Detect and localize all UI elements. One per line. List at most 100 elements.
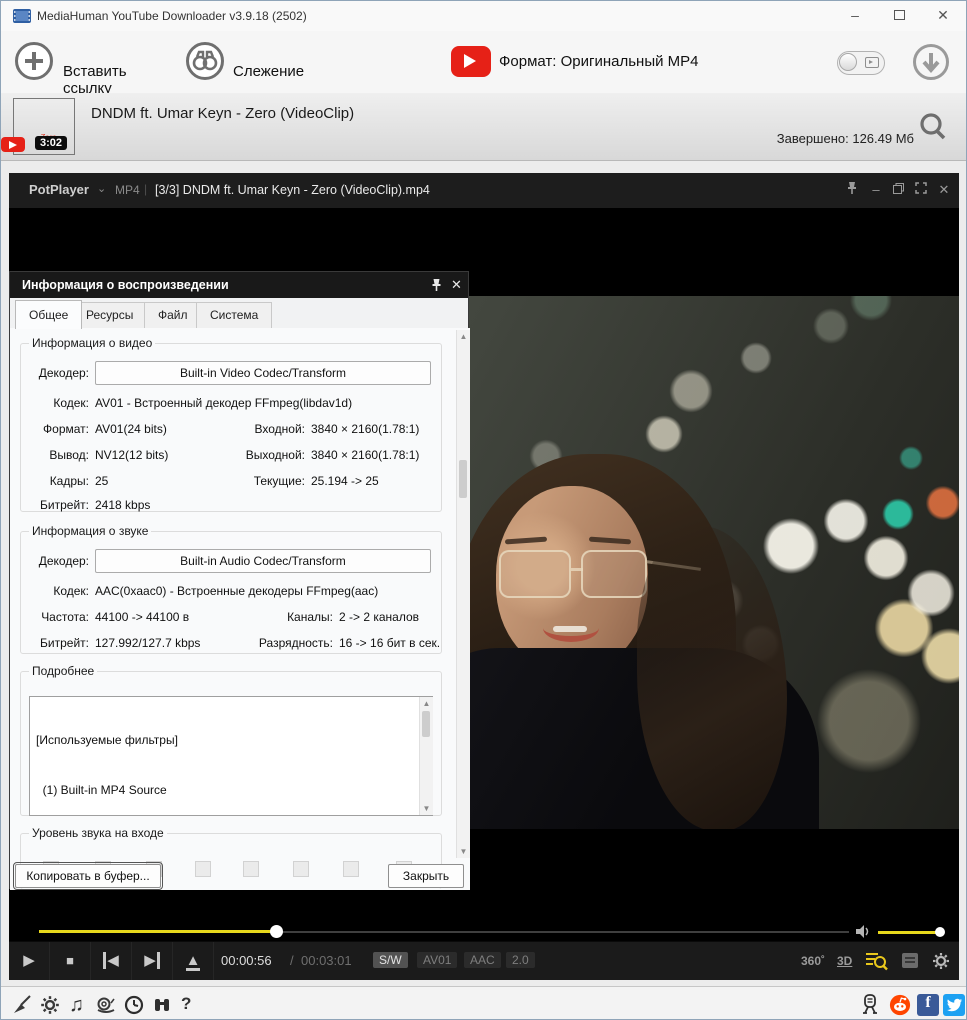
duration-badge: 3:02 bbox=[35, 136, 67, 150]
listbox-scrollbar[interactable]: ▲ ▼ bbox=[419, 697, 433, 815]
facebook-letter: f bbox=[925, 994, 930, 1011]
dialog-close-button[interactable]: Закрыть bbox=[388, 864, 464, 888]
audio-info-group: Информация о звуке Декодер: Built-in Aud… bbox=[20, 524, 442, 654]
maximize-button[interactable] bbox=[877, 1, 921, 30]
previous-button[interactable]: ◀ bbox=[91, 942, 132, 980]
video-codec-label: Кодек: bbox=[21, 396, 89, 410]
play-button[interactable]: ▶ bbox=[9, 942, 50, 980]
reddit-icon[interactable] bbox=[889, 994, 911, 1016]
pp-maximize-button[interactable] bbox=[888, 181, 908, 199]
potplayer-menu[interactable]: PotPlayer bbox=[29, 182, 89, 197]
audio-codec-badge: AAC bbox=[464, 952, 501, 968]
scroll-up-icon[interactable]: ▲ bbox=[420, 699, 433, 708]
audio-row-label: Частота: bbox=[21, 610, 89, 624]
playback-info-button[interactable] bbox=[865, 951, 889, 971]
eject-button[interactable]: ▲ bbox=[173, 942, 214, 980]
video-subject-glasses-lens bbox=[499, 550, 571, 598]
toggle-knob[interactable] bbox=[839, 53, 857, 71]
plus-icon bbox=[15, 42, 53, 80]
title-separator: | bbox=[144, 182, 147, 196]
scroll-up-icon[interactable]: ▲ bbox=[457, 332, 470, 341]
mediahuman-mascot-icon[interactable] bbox=[859, 994, 881, 1016]
stop-button[interactable]: ■ bbox=[50, 942, 91, 980]
schedule-clock-icon[interactable] bbox=[123, 994, 145, 1016]
audio-row-label: Каналы: bbox=[221, 610, 333, 624]
tab-file[interactable]: Файл bbox=[144, 302, 202, 328]
video-codec-badge: AV01 bbox=[417, 952, 457, 968]
channels-badge: 2.0 bbox=[506, 952, 535, 968]
volume-thumb[interactable] bbox=[935, 927, 945, 937]
dialog-titlebar[interactable]: Информация о воспроизведении ✕ bbox=[10, 272, 468, 298]
mode-toggle[interactable] bbox=[837, 51, 885, 75]
seek-thumb[interactable] bbox=[270, 925, 283, 938]
listbox-line: [Используемые фильтры] bbox=[36, 732, 432, 749]
video-decoder-label: Декодер: bbox=[21, 366, 89, 380]
download-button[interactable] bbox=[913, 44, 949, 80]
potplayer-titlebar[interactable]: PotPlayer ⌄ MP4 | [3/3] DNDM ft. Umar Ke… bbox=[9, 173, 959, 208]
tab-system[interactable]: Система bbox=[196, 302, 272, 328]
settings-gear-icon[interactable] bbox=[39, 994, 61, 1016]
scrollbar-thumb[interactable] bbox=[422, 711, 430, 737]
pp-minimize-button[interactable]: – bbox=[866, 181, 886, 199]
scroll-down-icon[interactable]: ▼ bbox=[420, 804, 433, 813]
tracking-binoculars-icon[interactable] bbox=[151, 994, 173, 1016]
item-status: Завершено: 126.49 Мб bbox=[777, 131, 914, 146]
fullscreen-button[interactable] bbox=[911, 181, 931, 199]
next-icon: ▶ bbox=[144, 952, 160, 969]
audio-group-legend: Информация о звуке bbox=[29, 524, 151, 538]
view-360-button[interactable]: 360˚ bbox=[801, 954, 825, 968]
render-mode-badge: S/W bbox=[373, 952, 408, 968]
app-icon bbox=[13, 9, 31, 23]
audio-codec-value: AAC(0xaac0) - Встроенные декодеры FFmpeg… bbox=[95, 584, 378, 598]
audio-row-value: 127.992/127.7 kbps bbox=[95, 636, 200, 650]
titlebar: MediaHuman YouTube Downloader v3.9.18 (2… bbox=[1, 1, 966, 32]
scroll-down-icon[interactable]: ▼ bbox=[457, 847, 470, 856]
pp-close-button[interactable]: ✕ bbox=[934, 181, 954, 199]
video-group-legend: Информация о видео bbox=[29, 336, 155, 350]
watch-label: Слежение bbox=[233, 63, 304, 80]
close-button[interactable]: ✕ bbox=[921, 1, 965, 30]
scrollbar-thumb[interactable] bbox=[459, 460, 467, 498]
pin-button[interactable] bbox=[842, 181, 862, 199]
tab-general[interactable]: Общее bbox=[15, 300, 82, 329]
video-decoder-button[interactable]: Built-in Video Codec/Transform bbox=[95, 361, 431, 385]
magnifier-icon[interactable] bbox=[917, 111, 949, 143]
snail-icon[interactable] bbox=[95, 994, 117, 1016]
cleanup-broom-icon[interactable] bbox=[11, 994, 33, 1016]
listbox-line: (1) Built-in MP4 Source bbox=[36, 782, 432, 799]
dialog-pin-icon[interactable] bbox=[430, 278, 443, 292]
audio-row-value: 16 -> 16 бит в сек. bbox=[339, 636, 440, 650]
time-total: 00:03:01 bbox=[301, 953, 352, 968]
dialog-scrollbar[interactable]: ▲ ▼ bbox=[456, 330, 470, 858]
minimize-button[interactable]: – bbox=[833, 1, 877, 30]
video-subject-glasses-bridge bbox=[571, 568, 583, 571]
video-row-label: Битрейт: bbox=[21, 498, 89, 512]
music-note-icon[interactable]: ♫ bbox=[69, 994, 84, 1017]
panel-button[interactable] bbox=[901, 952, 919, 969]
facebook-icon[interactable]: f bbox=[917, 994, 939, 1016]
video-row-value: NV12(12 bits) bbox=[95, 448, 168, 462]
help-icon[interactable]: ? bbox=[181, 994, 191, 1014]
view-3d-button[interactable]: 3D bbox=[837, 954, 852, 968]
filters-listbox[interactable]: [Используемые фильтры] (1) Built-in MP4 … bbox=[29, 696, 433, 816]
tab-resources[interactable]: Ресурсы bbox=[72, 302, 147, 328]
copy-to-clipboard-button[interactable]: Копировать в буфер... bbox=[15, 864, 161, 888]
download-item-row[interactable]: Zero 3:02 DNDM ft. Umar Keyn - Zero (Vid… bbox=[1, 93, 966, 161]
binoculars-icon bbox=[186, 42, 224, 80]
settings-gear-icon[interactable] bbox=[931, 951, 951, 971]
speaker-icon[interactable] bbox=[855, 924, 871, 939]
audio-decoder-button[interactable]: Built-in Audio Codec/Transform bbox=[95, 549, 431, 573]
video-subject-hair-strand bbox=[637, 526, 787, 829]
watch-button[interactable]: Слежение bbox=[186, 42, 306, 82]
maximize-icon bbox=[894, 10, 905, 20]
paste-link-label: Вставить ссылку bbox=[63, 63, 175, 97]
paste-link-button[interactable]: Вставить ссылку bbox=[15, 42, 175, 82]
video-row-value: AV01(24 bits) bbox=[95, 422, 167, 436]
next-button[interactable]: ▶ bbox=[132, 942, 173, 980]
dialog-close-icon[interactable]: ✕ bbox=[451, 277, 462, 293]
video-row-value: 2418 kbps bbox=[95, 498, 150, 512]
format-selector[interactable]: Формат: Оригинальный MP4 bbox=[451, 43, 721, 83]
twitter-icon[interactable] bbox=[943, 994, 965, 1016]
statusbar: ♫ ? bbox=[1, 986, 966, 1020]
volume-track[interactable] bbox=[878, 931, 940, 934]
